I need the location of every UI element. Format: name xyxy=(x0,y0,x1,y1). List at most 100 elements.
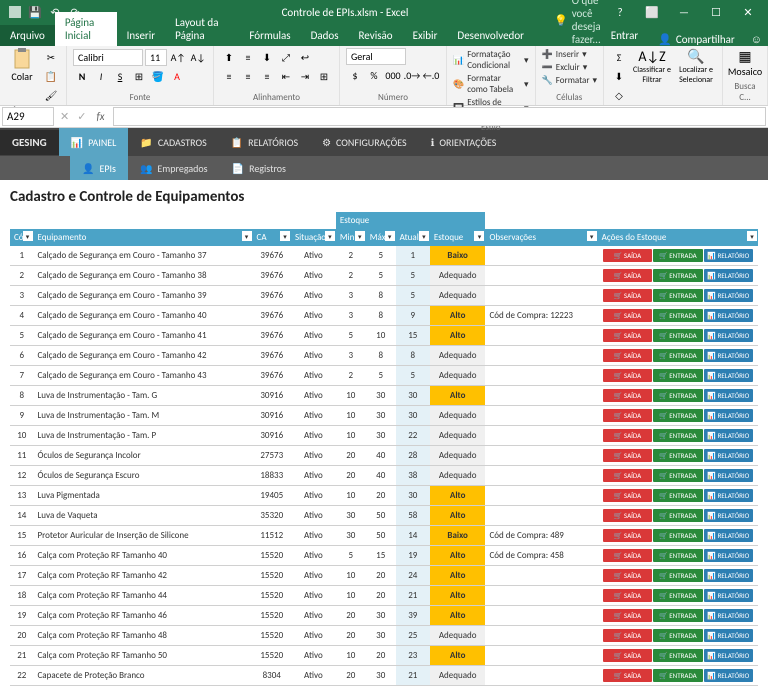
cell-min[interactable]: 2 xyxy=(336,366,366,386)
entrada-button[interactable]: 🛒 ENTRADA xyxy=(653,629,702,642)
relatorio-button[interactable]: 📊 RELATÓRIO xyxy=(704,529,753,542)
increase-decimal-button[interactable]: .0→ xyxy=(403,66,421,84)
cell-ca[interactable]: 8304 xyxy=(253,666,291,686)
cell-atual[interactable]: 5 xyxy=(396,266,430,286)
cell-max[interactable]: 20 xyxy=(366,586,396,606)
cell-max[interactable]: 20 xyxy=(366,566,396,586)
saida-button[interactable]: 🛒 SAÍDA xyxy=(603,529,652,542)
relatorio-button[interactable]: 📊 RELATÓRIO xyxy=(704,629,753,642)
tab-layout[interactable]: Layout da Página xyxy=(165,12,239,46)
clear-button[interactable]: ◇ xyxy=(610,86,628,104)
entrada-button[interactable]: 🛒 ENTRADA xyxy=(653,609,702,622)
cell-min[interactable]: 20 xyxy=(336,666,366,686)
saida-button[interactable]: 🛒 SAÍDA xyxy=(603,469,652,482)
cell-situacao[interactable]: Ativo xyxy=(291,526,336,546)
cell-estoque[interactable]: Adequado xyxy=(430,426,486,446)
cell-ca[interactable]: 27573 xyxy=(253,446,291,466)
align-bottom-button[interactable]: ⬇ xyxy=(258,48,276,66)
cell-min[interactable]: 10 xyxy=(336,486,366,506)
cell-ca[interactable]: 39676 xyxy=(253,346,291,366)
cell-atual[interactable]: 38 xyxy=(396,466,430,486)
cell-estoque[interactable]: Alto xyxy=(430,486,486,506)
relatorio-button[interactable]: 📊 RELATÓRIO xyxy=(704,309,753,322)
cell-cod[interactable]: 3 xyxy=(10,286,34,306)
relatorio-button[interactable]: 📊 RELATÓRIO xyxy=(704,449,753,462)
cell-estoque[interactable]: Alto xyxy=(430,566,486,586)
cell-obs[interactable] xyxy=(485,626,597,646)
entrada-button[interactable]: 🛒 ENTRADA xyxy=(653,329,702,342)
cell-atual[interactable]: 21 xyxy=(396,586,430,606)
relatorio-button[interactable]: 📊 RELATÓRIO xyxy=(704,649,753,662)
saida-button[interactable]: 🛒 SAÍDA xyxy=(603,289,652,302)
cell-estoque[interactable]: Alto xyxy=(430,546,486,566)
relatorio-button[interactable]: 📊 RELATÓRIO xyxy=(704,509,753,522)
col-header-0[interactable]: Cód▾ xyxy=(10,229,34,246)
cell-situacao[interactable]: Ativo xyxy=(291,506,336,526)
cell-obs[interactable] xyxy=(485,606,597,626)
saida-button[interactable]: 🛒 SAÍDA xyxy=(603,429,652,442)
entrada-button[interactable]: 🛒 ENTRADA xyxy=(653,509,702,522)
cell-obs[interactable] xyxy=(485,666,597,686)
filter-icon[interactable]: ▾ xyxy=(355,231,365,241)
entrada-button[interactable]: 🛒 ENTRADA xyxy=(653,249,702,262)
cell-equipamento[interactable]: Óculos de Segurança Escuro xyxy=(34,466,253,486)
increase-indent-button[interactable]: ⇥ xyxy=(296,67,314,85)
cell-equipamento[interactable]: Calça com Proteção RF Tamanho 42 xyxy=(34,566,253,586)
cell-cod[interactable]: 10 xyxy=(10,426,34,446)
cell-equipamento[interactable]: Calça com Proteção RF Tamanho 46 xyxy=(34,606,253,626)
cell-cod[interactable]: 11 xyxy=(10,446,34,466)
cell-ca[interactable]: 30916 xyxy=(253,426,291,446)
merge-button[interactable]: ⊞ xyxy=(315,67,333,85)
cell-estoque[interactable]: Adequado xyxy=(430,466,486,486)
cell-max[interactable]: 5 xyxy=(366,246,396,266)
cell-obs[interactable] xyxy=(485,266,597,286)
relatorio-button[interactable]: 📊 RELATÓRIO xyxy=(704,669,753,682)
align-top-button[interactable]: ⬆ xyxy=(220,48,238,66)
cell-ca[interactable]: 15520 xyxy=(253,546,291,566)
cell-estoque[interactable]: Alto xyxy=(430,646,486,666)
cell-situacao[interactable]: Ativo xyxy=(291,386,336,406)
cell-equipamento[interactable]: Calçado de Segurança em Couro - Tamanho … xyxy=(34,366,253,386)
cell-max[interactable]: 30 xyxy=(366,406,396,426)
cell-situacao[interactable]: Ativo xyxy=(291,586,336,606)
cut-button[interactable]: ✂ xyxy=(42,48,60,66)
cell-situacao[interactable]: Ativo xyxy=(291,246,336,266)
col-header-9[interactable]: Ações do Estoque▾ xyxy=(598,229,758,246)
ribbon-options-button[interactable]: ⬜ xyxy=(638,6,666,19)
entrada-button[interactable]: 🛒 ENTRADA xyxy=(653,369,702,382)
filter-icon[interactable]: ▾ xyxy=(242,231,252,241)
entrada-button[interactable]: 🛒 ENTRADA xyxy=(653,389,702,402)
cell-ca[interactable]: 39676 xyxy=(253,306,291,326)
col-header-2[interactable]: CA▾ xyxy=(253,229,291,246)
saida-button[interactable]: 🛒 SAÍDA xyxy=(603,509,652,522)
col-header-6[interactable]: Atual▾ xyxy=(396,229,430,246)
cell-max[interactable]: 40 xyxy=(366,466,396,486)
saida-button[interactable]: 🛒 SAÍDA xyxy=(603,369,652,382)
tab-review[interactable]: Revisão xyxy=(349,25,403,46)
cell-atual[interactable]: 1 xyxy=(396,246,430,266)
cell-max[interactable]: 30 xyxy=(366,386,396,406)
cell-ca[interactable]: 35320 xyxy=(253,506,291,526)
entrada-button[interactable]: 🛒 ENTRADA xyxy=(653,669,702,682)
relatorio-button[interactable]: 📊 RELATÓRIO xyxy=(704,389,753,402)
cell-cod[interactable]: 16 xyxy=(10,546,34,566)
cell-cod[interactable]: 12 xyxy=(10,466,34,486)
cell-estoque[interactable]: Adequado xyxy=(430,266,486,286)
cell-min[interactable]: 20 xyxy=(336,446,366,466)
cell-cod[interactable]: 20 xyxy=(10,626,34,646)
delete-cells-button[interactable]: ➖ Excluir ▾ xyxy=(542,61,597,74)
relatorio-button[interactable]: 📊 RELATÓRIO xyxy=(704,369,753,382)
cell-estoque[interactable]: Adequado xyxy=(430,366,486,386)
cell-situacao[interactable]: Ativo xyxy=(291,366,336,386)
cell-atual[interactable]: 30 xyxy=(396,486,430,506)
cell-min[interactable]: 5 xyxy=(336,326,366,346)
cell-estoque[interactable]: Alto xyxy=(430,386,486,406)
cell-obs[interactable] xyxy=(485,426,597,446)
cell-min[interactable]: 10 xyxy=(336,646,366,666)
cell-cod[interactable]: 5 xyxy=(10,326,34,346)
comma-button[interactable]: 000 xyxy=(384,66,402,84)
cell-cod[interactable]: 4 xyxy=(10,306,34,326)
cell-atual[interactable]: 25 xyxy=(396,626,430,646)
cell-cod[interactable]: 21 xyxy=(10,646,34,666)
cell-ca[interactable]: 15520 xyxy=(253,586,291,606)
